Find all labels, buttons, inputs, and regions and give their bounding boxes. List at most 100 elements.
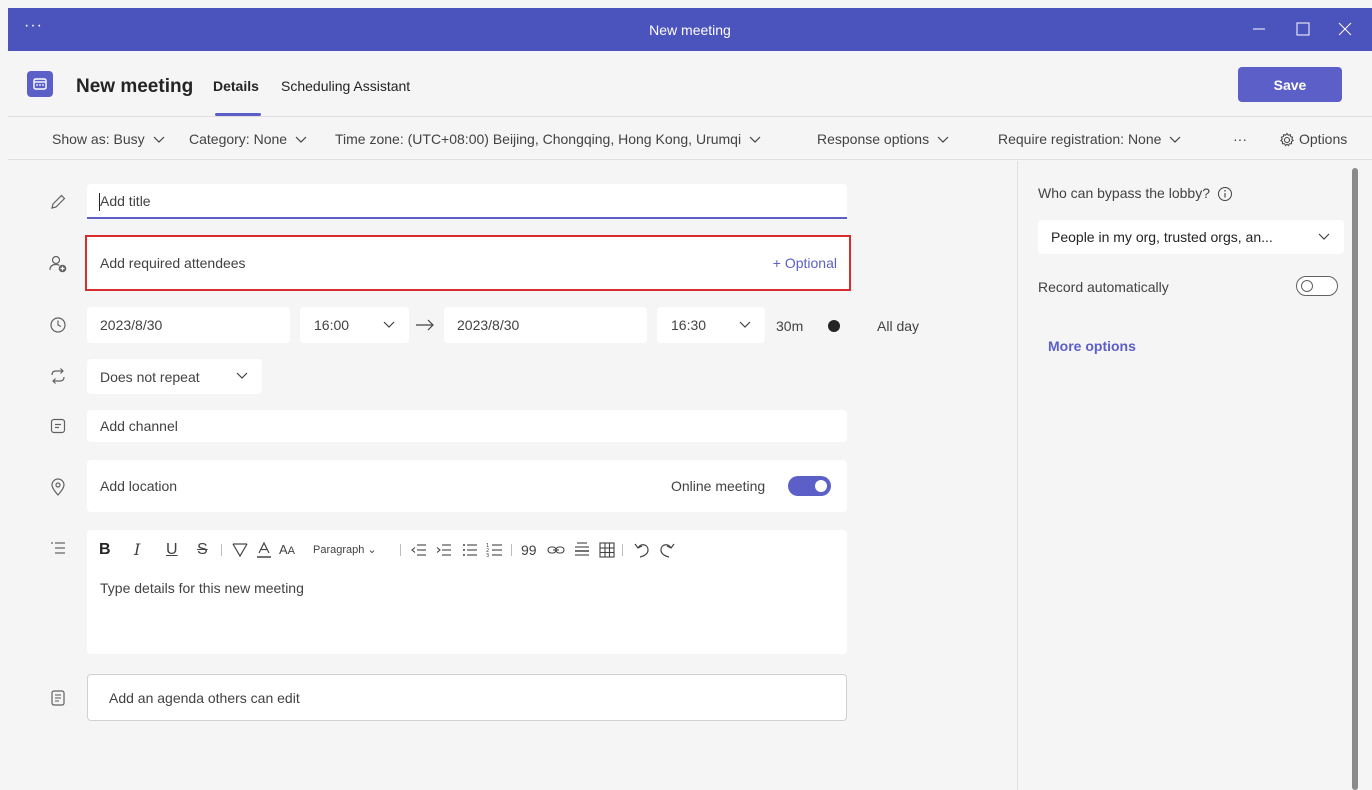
- required-attendees-input[interactable]: Add required attendees + Optional: [85, 235, 851, 291]
- underline-icon[interactable]: U: [166, 540, 178, 560]
- lobby-bypass-dropdown[interactable]: People in my org, trusted orgs, an...: [1038, 220, 1344, 254]
- paragraph-style-dropdown[interactable]: Paragraph ⌄: [313, 540, 377, 560]
- channel-placeholder: Add channel: [100, 418, 178, 434]
- numbered-list-icon[interactable]: 1 2 3: [485, 540, 505, 560]
- record-automatically-label: Record automatically: [1038, 279, 1169, 295]
- side-panel-scrollbar[interactable]: [1352, 168, 1358, 790]
- all-day-label: All day: [877, 318, 920, 334]
- minimize-button[interactable]: [1244, 16, 1274, 42]
- tab-scheduling-assistant[interactable]: Scheduling Assistant: [281, 78, 410, 94]
- title-input[interactable]: Add title: [87, 184, 847, 219]
- options-label: Options: [1299, 131, 1348, 147]
- online-meeting-toggle[interactable]: [788, 476, 831, 496]
- chevron-down-icon: [295, 136, 307, 144]
- location-pin-icon: [51, 478, 65, 496]
- formatting-toolbar: B I U S AA Paragraph ⌄ 1 2 3 99: [87, 530, 847, 568]
- details-editor[interactable]: B I U S AA Paragraph ⌄ 1 2 3 99 Type det…: [87, 530, 847, 654]
- online-meeting-label: Online meeting: [671, 478, 766, 494]
- options-bar: Show as: Busy Category: None Time zone: …: [8, 116, 1372, 160]
- all-day-toggle[interactable]: [824, 316, 868, 336]
- show-as-dropdown[interactable]: Show as: Busy: [52, 131, 165, 147]
- toolbar-divider: [622, 544, 623, 556]
- chevron-down-icon: [749, 136, 761, 144]
- chevron-down-icon: [739, 321, 751, 328]
- options-button[interactable]: Options: [1279, 131, 1347, 148]
- increase-indent-icon[interactable]: [434, 540, 454, 560]
- agenda-icon: [51, 690, 65, 706]
- end-date-value: 2023/8/30: [457, 317, 520, 333]
- record-automatically-toggle[interactable]: [1296, 276, 1338, 296]
- quote-icon[interactable]: 99: [521, 540, 537, 560]
- tab-details[interactable]: Details: [213, 78, 259, 94]
- maximize-button[interactable]: [1288, 16, 1318, 42]
- more-options-ellipsis[interactable]: ···: [1233, 131, 1247, 147]
- category-dropdown[interactable]: Category: None: [189, 131, 307, 147]
- undo-icon[interactable]: [632, 540, 652, 560]
- toolbar-divider: [511, 544, 512, 556]
- save-button[interactable]: Save: [1238, 67, 1342, 102]
- details-placeholder: Type details for this new meeting: [100, 580, 304, 596]
- toggle-knob: [1301, 280, 1313, 292]
- time-zone-label: Time zone: (UTC+08:00) Beijing, Chongqin…: [335, 131, 742, 147]
- start-time-value: 16:00: [314, 317, 350, 333]
- more-options-link[interactable]: More options: [1048, 338, 1136, 354]
- paragraph-style-label: Paragraph: [313, 544, 365, 556]
- gear-icon: [1279, 132, 1295, 147]
- strikethrough-icon[interactable]: S: [197, 540, 208, 560]
- repeat-dropdown[interactable]: Does not repeat: [87, 359, 262, 394]
- bold-icon[interactable]: B: [99, 540, 111, 560]
- chevron-down-icon: [153, 136, 164, 144]
- lobby-bypass-label: Who can bypass the lobby?: [1038, 185, 1233, 202]
- channel-icon: [50, 418, 66, 434]
- toggle-knob: [828, 320, 840, 332]
- close-button[interactable]: [1330, 16, 1360, 42]
- redo-icon[interactable]: [657, 540, 677, 560]
- response-options-dropdown[interactable]: Response options: [817, 131, 949, 147]
- align-center-icon[interactable]: [572, 540, 592, 560]
- chevron-down-icon: [236, 372, 248, 379]
- info-icon[interactable]: [1217, 186, 1233, 202]
- require-registration-dropdown[interactable]: Require registration: None: [998, 131, 1181, 147]
- lobby-bypass-value: People in my org, trusted orgs, an...: [1051, 229, 1273, 245]
- channel-input[interactable]: Add channel: [87, 410, 847, 442]
- start-date-picker[interactable]: 2023/8/30: [87, 307, 290, 343]
- require-registration-label: Require registration: None: [998, 131, 1162, 147]
- location-placeholder: Add location: [100, 478, 178, 494]
- highlight-icon[interactable]: [230, 540, 250, 560]
- text-list-icon: [51, 542, 65, 554]
- chevron-down-icon: [1169, 136, 1181, 144]
- font-color-icon[interactable]: [254, 540, 274, 560]
- start-time-dropdown[interactable]: 16:00: [300, 307, 409, 343]
- maximize-icon: [1296, 22, 1310, 36]
- duration-label: 30m: [776, 318, 804, 334]
- location-input[interactable]: Add location Online meeting: [87, 460, 847, 512]
- meeting-options-panel: [1017, 161, 1372, 790]
- italic-icon[interactable]: I: [134, 540, 140, 560]
- end-time-dropdown[interactable]: 16:30: [657, 307, 765, 343]
- window-title: New meeting: [649, 22, 731, 38]
- close-icon: [1338, 22, 1352, 36]
- clock-icon: [50, 317, 66, 333]
- link-icon[interactable]: [546, 540, 566, 560]
- title-placeholder: Add title: [100, 192, 151, 209]
- repeat-value: Does not repeat: [100, 368, 200, 385]
- table-icon[interactable]: [597, 540, 617, 560]
- toggle-knob: [815, 480, 827, 492]
- bullet-list-icon[interactable]: [460, 540, 480, 560]
- chevron-down-icon: [383, 321, 395, 328]
- arrow-right-icon: [416, 319, 434, 331]
- agenda-placeholder: Add an agenda others can edit: [109, 689, 300, 706]
- attendees-placeholder: Add required attendees: [100, 255, 246, 271]
- show-as-label: Show as: Busy: [52, 131, 145, 147]
- title-bar: ··· New meeting: [8, 8, 1372, 51]
- add-person-icon: [49, 255, 67, 273]
- end-date-picker[interactable]: 2023/8/30: [444, 307, 647, 343]
- agenda-input[interactable]: Add an agenda others can edit: [87, 674, 847, 721]
- time-zone-dropdown[interactable]: Time zone: (UTC+08:00) Beijing, Chongqin…: [335, 131, 761, 147]
- toolbar-divider: [400, 544, 401, 556]
- lobby-bypass-text: Who can bypass the lobby?: [1038, 185, 1210, 201]
- add-optional-attendees-link[interactable]: + Optional: [773, 255, 837, 271]
- decrease-indent-icon[interactable]: [409, 540, 429, 560]
- font-size-icon[interactable]: AA: [279, 540, 295, 560]
- pencil-icon: [51, 194, 66, 209]
